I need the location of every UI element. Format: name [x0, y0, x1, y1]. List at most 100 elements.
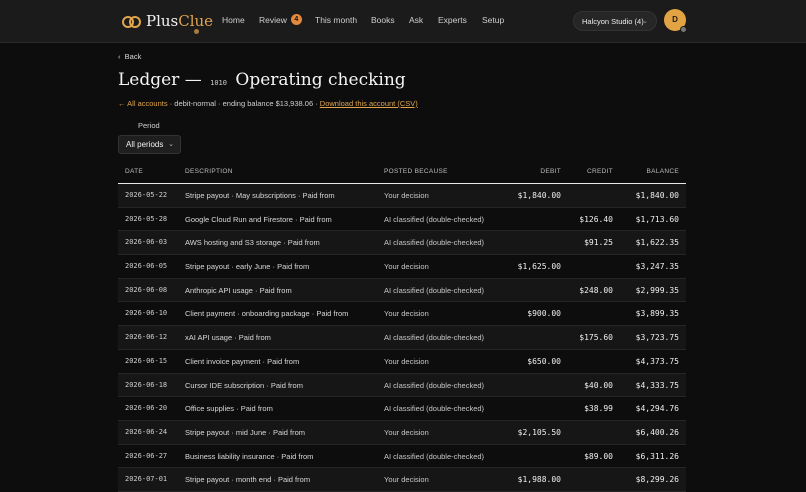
nav-this-month[interactable]: This month: [315, 15, 357, 25]
row-balance: $8,299.26: [635, 475, 679, 485]
nav-review[interactable]: Review 4: [259, 14, 302, 26]
row-date: 2026-06-10: [125, 309, 168, 318]
row-description: Google Cloud Run and Firestore · Paid fr…: [185, 214, 332, 224]
header-balance: BALANCE: [646, 168, 679, 175]
period-select[interactable]: All periods ⌄: [118, 135, 181, 154]
row-credit: $175.60: [579, 333, 613, 343]
table-row[interactable]: 2026-06-05 Stripe payout · early June · P…: [118, 255, 686, 279]
brand-logo[interactable]: Plus Clue: [122, 11, 213, 34]
table-row[interactable]: 2026-06-03 AWS hosting and S3 storage · P…: [118, 231, 686, 256]
table-row[interactable]: 2026-06-10 Client payment · onboarding pa…: [118, 302, 686, 327]
row-description: Business liability insurance · Paid from: [185, 451, 314, 461]
row-description: Office supplies · Paid from: [185, 404, 273, 414]
row-credit: $89.00: [584, 451, 613, 461]
download-csv-link[interactable]: Download this account (CSV): [320, 99, 418, 108]
row-debit: $900.00: [527, 309, 561, 319]
account-code: 1010: [210, 79, 227, 87]
row-balance: $6,311.26: [635, 451, 679, 461]
row-debit: $650.00: [527, 356, 561, 366]
table-header: DATE DESCRIPTION POSTED BECAUSE DEBIT CR…: [118, 161, 686, 184]
row-date: 2026-06-27: [125, 451, 168, 460]
row-description: AWS hosting and S3 storage · Paid from: [185, 238, 320, 248]
row-description: Client payment · onboarding package · Pa…: [185, 309, 349, 319]
row-date: 2026-05-22: [125, 191, 168, 199]
row-posted-because: Your decision: [384, 356, 429, 366]
row-debit: $1,840.00: [517, 191, 561, 200]
row-posted-because: AI classified (double-checked): [384, 214, 485, 224]
table-row[interactable]: 2026-06-27 Business liability insurance ·…: [118, 445, 686, 469]
row-posted-because: AI classified (double-checked): [384, 285, 485, 295]
row-debit: $1,625.00: [517, 262, 561, 272]
brand-name-plus: Plus: [146, 12, 179, 30]
table-row[interactable]: 2026-05-22 Stripe payout · May subscripti…: [118, 184, 686, 208]
row-credit: $248.00: [579, 285, 613, 295]
title-prefix: Ledger —: [118, 70, 202, 90]
row-posted-because: Your decision: [384, 427, 429, 437]
row-balance: $1,622.35: [635, 238, 679, 248]
header-description: DESCRIPTION: [185, 168, 233, 175]
row-date: 2026-06-20: [125, 404, 168, 413]
top-nav-bar: Plus Clue Home Review 4 This month Books A…: [0, 0, 806, 43]
row-posted-because: Your decision: [384, 475, 429, 485]
nav-setup[interactable]: Setup: [482, 15, 504, 25]
row-balance: $3,723.75: [635, 333, 679, 343]
back-label: Back: [124, 52, 142, 61]
row-date: 2026-06-24: [125, 427, 168, 436]
table-row[interactable]: 2026-05-28 Google Cloud Run and Firestore…: [118, 208, 686, 232]
nav-review-label: Review: [259, 15, 287, 25]
table-row[interactable]: 2026-06-24 Stripe payout · mid June · Pai…: [118, 420, 686, 445]
row-debit: $1,988.00: [517, 475, 561, 485]
logo-dot-icon: [194, 29, 199, 34]
table-row[interactable]: 2026-06-20 Office supplies · Paid from AI …: [118, 397, 686, 421]
workspace-switcher[interactable]: Halcyon Studio (4) ⌄: [573, 11, 657, 31]
account-meta: · debit-normal · ending balance $13,938.…: [167, 99, 320, 108]
row-balance: $6,400.26: [635, 427, 679, 437]
nav-ask[interactable]: Ask: [409, 15, 423, 25]
logo-mark-icon: [122, 16, 141, 28]
row-date: 2026-06-18: [125, 380, 168, 389]
header-posted-because: POSTED BECAUSE: [384, 168, 448, 175]
chevron-down-icon: ⌄: [168, 141, 174, 148]
page-title: Ledger — 1010 Operating checking: [118, 70, 406, 90]
table-row[interactable]: 2026-06-12 xAI API usage · Paid from AI cl…: [118, 326, 686, 350]
row-description: Stripe payout · May subscriptions · Paid…: [185, 191, 335, 200]
header-date: DATE: [125, 168, 144, 175]
row-description: Stripe payout · early June · Paid from: [185, 262, 310, 272]
ledger-table: DATE DESCRIPTION POSTED BECAUSE DEBIT CR…: [118, 161, 686, 492]
row-posted-because: AI classified (double-checked): [384, 404, 485, 414]
row-description: Stripe payout · mid June · Paid from: [185, 427, 306, 437]
nav-books[interactable]: Books: [371, 15, 395, 25]
account-name: Operating checking: [235, 70, 406, 90]
row-date: 2026-06-12: [125, 333, 168, 342]
row-date: 2026-06-05: [125, 262, 168, 271]
table-row[interactable]: 2026-06-18 Cursor IDE subscription · Paid…: [118, 373, 686, 398]
row-date: 2026-06-03: [125, 238, 168, 247]
row-posted-because: Your decision: [384, 309, 429, 319]
review-count-badge: 4: [290, 14, 302, 26]
table-row[interactable]: 2026-06-15 Client invoice payment · Paid …: [118, 350, 686, 374]
table-row[interactable]: 2026-06-08 Anthropic API usage · Paid fro…: [118, 278, 686, 303]
row-posted-because: AI classified (double-checked): [384, 238, 485, 248]
row-posted-because: AI classified (double-checked): [384, 333, 485, 343]
chevron-down-icon: ⌄: [642, 18, 648, 25]
row-credit: $91.25: [584, 238, 613, 248]
period-select-value: All periods: [126, 140, 164, 149]
row-description: xAI API usage · Paid from: [185, 333, 271, 343]
row-date: 2026-05-28: [125, 214, 168, 223]
row-credit: $126.40: [579, 214, 613, 224]
all-accounts-link[interactable]: ← All accounts: [118, 99, 168, 108]
nav-home[interactable]: Home: [222, 15, 245, 25]
row-balance: $1,713.60: [635, 214, 679, 224]
table-row[interactable]: 2026-07-01 Stripe payout · month end · Pa…: [118, 468, 686, 492]
back-link[interactable]: ‹ Back: [118, 52, 141, 61]
row-posted-because: Your decision: [384, 262, 429, 272]
period-label: Period: [138, 121, 160, 130]
status-dot-icon: [680, 26, 687, 33]
row-debit: $2,105.50: [517, 427, 561, 437]
row-balance: $3,247.35: [635, 262, 679, 272]
row-balance: $4,294.76: [635, 404, 679, 414]
row-balance: $1,840.00: [635, 191, 679, 200]
row-date: 2026-06-15: [125, 356, 168, 365]
row-posted-because: AI classified (double-checked): [384, 380, 485, 390]
nav-experts[interactable]: Experts: [438, 15, 467, 25]
